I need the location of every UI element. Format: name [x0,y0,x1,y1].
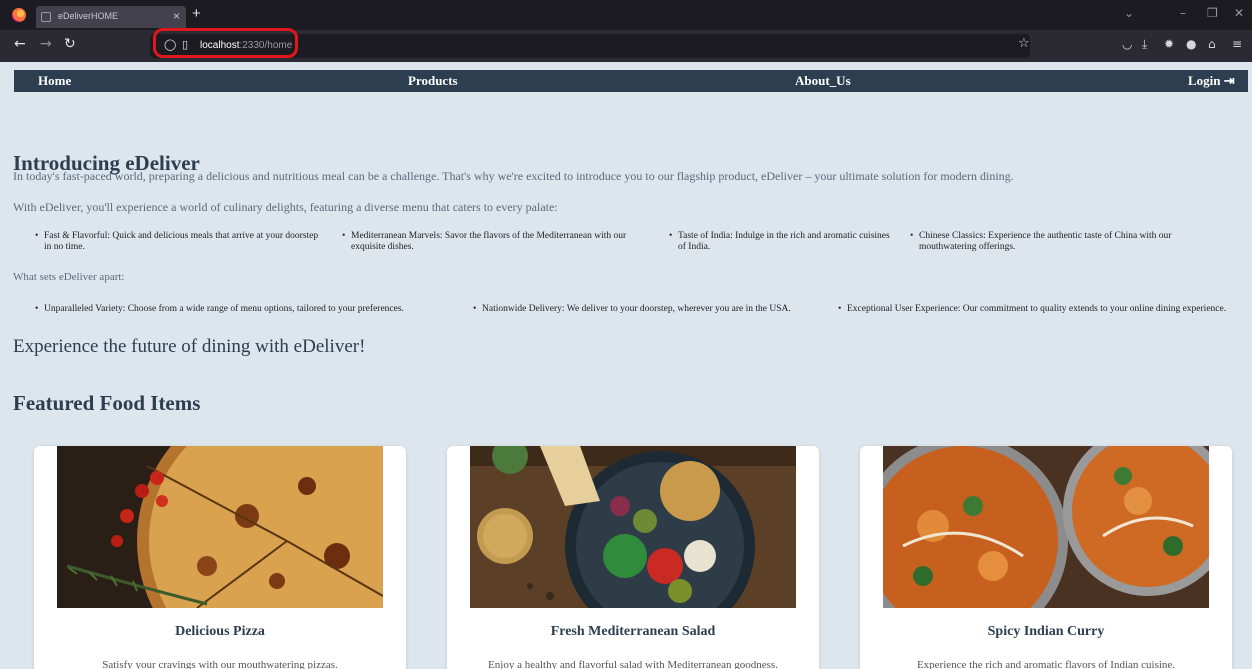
page-favicon-icon [41,12,51,22]
tab-close-icon[interactable]: × [173,9,180,23]
new-tab-button[interactable]: + [192,5,201,22]
forward-icon[interactable]: → [40,36,52,52]
feature-item: Taste of India: Indulge in the rich and … [669,231,893,253]
back-icon[interactable]: ← [14,36,26,52]
tagline: Experience the future of dining with eDe… [13,336,366,357]
reload-icon[interactable]: ↻ [64,36,76,52]
firefox-logo-icon [12,8,26,22]
card-description: Enjoy a healthy and flavorful salad with… [488,659,778,669]
extensions-puzzle-icon[interactable]: ⌂ [1208,37,1216,51]
extension-icon[interactable]: ✹ [1164,37,1174,51]
food-card-curry[interactable]: Spicy Indian Curry Experience the rich a… [860,446,1232,669]
food-card-salad[interactable]: Fresh Mediterranean Salad Enjoy a health… [447,446,819,669]
feature-item: Chinese Classics: Experience the authent… [910,231,1219,253]
login-label: Login [1188,73,1221,88]
account-icon[interactable]: ● [1186,37,1196,51]
food-card-pizza[interactable]: Delicious Pizza Satisfy your cravings wi… [34,446,406,669]
site-navigation: Home Products About_Us Login ⇥ [14,70,1248,92]
menu-intro-paragraph: With eDeliver, you'll experience a world… [13,200,558,214]
apart-item: Unparalleled Variety: Choose from a wide… [35,304,404,314]
browser-tab-strip: eDeliverHOME × + ⌄ – ❐ ✕ [0,0,1252,30]
card-title: Delicious Pizza [175,624,265,639]
url-highlight-annotation [153,28,298,58]
restore-icon[interactable]: ❐ [1207,6,1218,20]
nav-products-link[interactable]: Products [408,73,458,89]
pizza-image [57,446,383,608]
card-description: Experience the rich and aromatic flavors… [916,659,1176,669]
list-all-tabs-icon[interactable]: ⌄ [1124,6,1134,20]
login-arrow-icon: ⇥ [1223,73,1235,88]
feature-item: Mediterranean Marvels: Savor the flavors… [342,231,661,253]
salad-image [470,446,796,608]
tab-title: eDeliverHOME [58,11,119,21]
nav-home-link[interactable]: Home [38,73,71,89]
card-description: Satisfy your cravings with our mouthwate… [102,659,338,669]
minimize-icon[interactable]: – [1180,6,1186,20]
pocket-icon[interactable]: ◡ [1122,37,1132,51]
browser-tab[interactable]: eDeliverHOME × [36,6,186,28]
nav-about-us-link[interactable]: About_Us [795,73,851,89]
bookmark-star-icon[interactable]: ☆ [1018,36,1030,51]
curry-image [883,446,1209,608]
apart-item: Exceptional User Experience: Our commitm… [838,304,1226,314]
card-title: Fresh Mediterranean Salad [550,624,716,639]
menu-icon[interactable]: ≡ [1232,37,1242,51]
feature-item: Fast & Flavorful: Quick and delicious me… [35,231,324,253]
intro-paragraph: In today's fast-paced world, preparing a… [13,169,1014,183]
featured-heading: Featured Food Items [13,391,201,415]
close-window-icon[interactable]: ✕ [1234,6,1244,20]
apart-heading: What sets eDeliver apart: [13,271,125,283]
card-title: Spicy Indian Curry [987,624,1105,639]
downloads-icon[interactable]: ⤓ [1142,37,1147,52]
nav-login-link[interactable]: Login ⇥ [1188,73,1235,89]
apart-item: Nationwide Delivery: We deliver to your … [473,304,791,314]
